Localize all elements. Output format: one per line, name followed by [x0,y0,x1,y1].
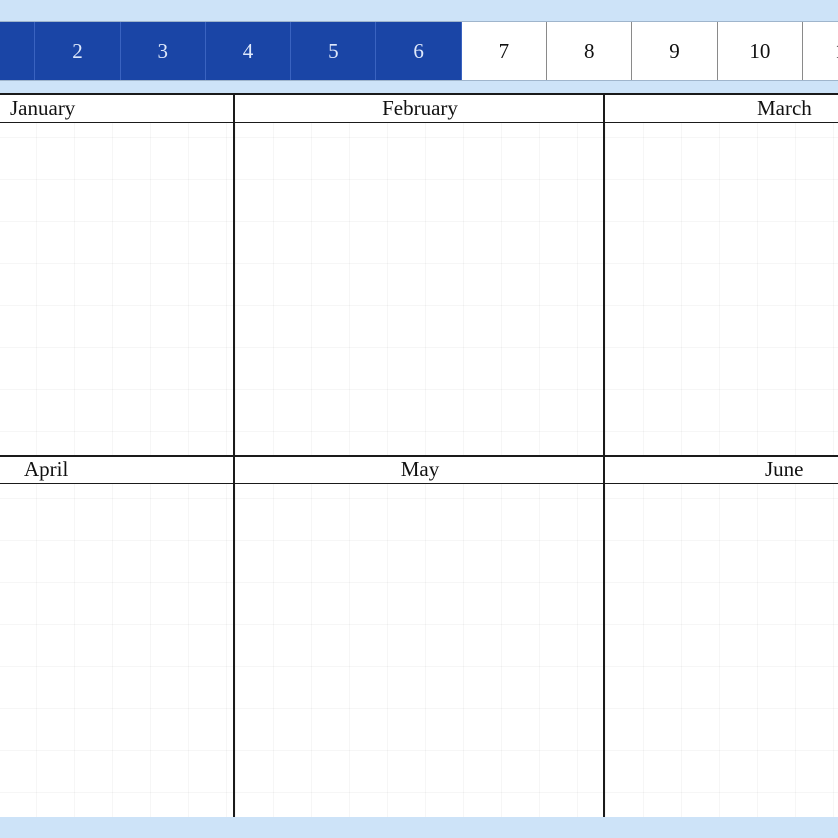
day-cell-2[interactable]: 2 [35,22,121,80]
day-cell-6[interactable]: 6 [376,22,462,80]
month-panel-april[interactable]: April [0,456,235,817]
day-cell-1[interactable]: 1 [0,22,36,80]
month-panel-may[interactable]: May [235,456,605,817]
day-strip: 1 2 3 4 5 6 7 8 9 10 11 [0,21,838,81]
month-label: January [10,96,76,120]
month-header-february: February [235,95,605,123]
day-cell-4[interactable]: 4 [205,22,292,80]
day-cell-11[interactable]: 11 [802,22,838,80]
day-cell-9[interactable]: 9 [632,22,718,80]
month-header-march: March [605,95,838,123]
month-panel-february[interactable]: February [235,95,605,456]
month-label: February [382,96,458,120]
month-header-may: May [235,456,605,484]
month-header-january: January [0,95,235,123]
day-cell-7[interactable]: 7 [461,22,548,80]
month-label: June [765,457,804,481]
month-grid: January February March April May June [0,93,838,817]
month-label: April [24,457,69,481]
day-cell-8[interactable]: 8 [547,22,633,80]
month-panel-june[interactable]: June [605,456,838,817]
day-cell-3[interactable]: 3 [120,22,206,80]
day-cell-10[interactable]: 10 [717,22,803,80]
day-cell-5[interactable]: 5 [291,22,377,80]
month-header-june: June [605,456,838,484]
month-label: May [400,457,440,481]
row-divider [0,455,838,457]
month-panel-march[interactable]: March [605,95,838,456]
month-panel-january[interactable]: January [0,95,235,456]
month-header-april: April [0,456,235,484]
month-label: March [757,96,812,120]
